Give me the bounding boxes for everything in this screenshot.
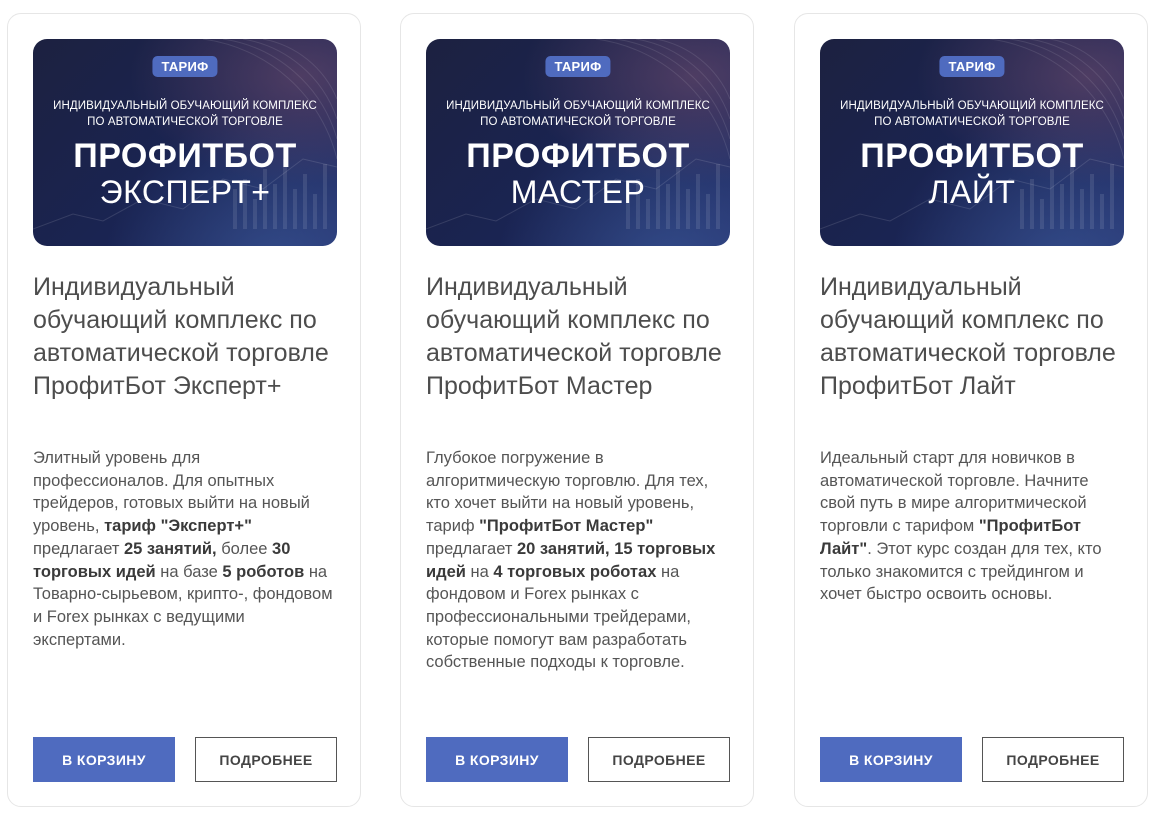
- banner-subtitle-line-2: ПО АВТОМАТИЧЕСКОЙ ТОРГОВЛЕ: [87, 116, 283, 128]
- banner-subtitle-line-1: ИНДИВИДУАЛЬНЫЙ ОБУЧАЮЩИЙ КОМПЛЕКС: [53, 100, 317, 112]
- tariff-card-expert: ТАРИФ ИНДИВИДУАЛЬНЫЙ ОБУЧАЮЩИЙ КОМПЛЕКС …: [7, 13, 361, 807]
- add-to-cart-button[interactable]: В КОРЗИНУ: [820, 737, 962, 782]
- tariff-card-master: ТАРИФ ИНДИВИДУАЛЬНЫЙ ОБУЧАЮЩИЙ КОМПЛЕКС …: [400, 13, 754, 807]
- banner-brand: ПРОФИТБОТ: [73, 137, 297, 175]
- card-title[interactable]: Индивидуальный обучающий комплекс по авт…: [820, 271, 1130, 403]
- details-button[interactable]: ПОДРОБНЕЕ: [195, 737, 337, 782]
- card-title[interactable]: Индивидуальный обучающий комплекс по авт…: [426, 271, 736, 403]
- banner-tariff-name: ЛАЙТ: [928, 174, 1016, 210]
- description-text: более: [216, 539, 273, 558]
- description-highlight: 5 роботов: [222, 562, 305, 581]
- card-description: Идеальный старт для новичков в автоматич…: [820, 447, 1120, 606]
- banner-subtitle-line-2: ПО АВТОМАТИЧЕСКОЙ ТОРГОВЛЕ: [480, 116, 676, 128]
- card-title[interactable]: Индивидуальный обучающий комплекс по авт…: [33, 271, 343, 403]
- card-description: Глубокое погружение в алгоритмическую то…: [426, 447, 726, 674]
- description-text: предлагает: [426, 539, 517, 558]
- description-highlight: "ПрофитБот Мастер": [479, 517, 654, 536]
- add-to-cart-button[interactable]: В КОРЗИНУ: [33, 737, 175, 782]
- banner-subtitle-line-2: ПО АВТОМАТИЧЕСКОЙ ТОРГОВЛЕ: [874, 116, 1070, 128]
- description-text: предлагает: [33, 539, 124, 558]
- banner-subtitle: ИНДИВИДУАЛЬНЫЙ ОБУЧАЮЩИЙ КОМПЛЕКС ПО АВТ…: [820, 98, 1124, 130]
- details-button[interactable]: ПОДРОБНЕЕ: [588, 737, 730, 782]
- banner-subtitle-line-1: ИНДИВИДУАЛЬНЫЙ ОБУЧАЮЩИЙ КОМПЛЕКС: [840, 100, 1104, 112]
- description-text: на базе: [155, 562, 223, 581]
- tariff-badge: ТАРИФ: [939, 56, 1005, 77]
- tariff-badge: ТАРИФ: [545, 56, 611, 77]
- description-highlight: тариф "Эксперт+": [104, 517, 252, 536]
- card-description: Элитный уровень для профессионалов. Для …: [33, 447, 333, 651]
- banner-subtitle: ИНДИВИДУАЛЬНЫЙ ОБУЧАЮЩИЙ КОМПЛЕКС ПО АВТ…: [426, 98, 730, 130]
- banner-tariff-name: ЭКСПЕРТ+: [99, 174, 271, 210]
- description-highlight: 25 занятий,: [123, 539, 217, 558]
- tariff-banner[interactable]: ТАРИФ ИНДИВИДУАЛЬНЫЙ ОБУЧАЮЩИЙ КОМПЛЕКС …: [820, 39, 1124, 246]
- description-text: на: [465, 562, 494, 581]
- banner-brand: ПРОФИТБОТ: [860, 137, 1084, 175]
- details-button[interactable]: ПОДРОБНЕЕ: [982, 737, 1124, 782]
- tariff-badge: ТАРИФ: [152, 56, 218, 77]
- tariff-banner[interactable]: ТАРИФ ИНДИВИДУАЛЬНЫЙ ОБУЧАЮЩИЙ КОМПЛЕКС …: [33, 39, 337, 246]
- banner-tariff-name: МАСТЕР: [510, 174, 646, 210]
- tariff-card-lite: ТАРИФ ИНДИВИДУАЛЬНЫЙ ОБУЧАЮЩИЙ КОМПЛЕКС …: [794, 13, 1148, 807]
- tariff-cards: ТАРИФ ИНДИВИДУАЛЬНЫЙ ОБУЧАЮЩИЙ КОМПЛЕКС …: [0, 0, 1158, 813]
- banner-subtitle-line-1: ИНДИВИДУАЛЬНЫЙ ОБУЧАЮЩИЙ КОМПЛЕКС: [446, 100, 710, 112]
- tariff-banner[interactable]: ТАРИФ ИНДИВИДУАЛЬНЫЙ ОБУЧАЮЩИЙ КОМПЛЕКС …: [426, 39, 730, 246]
- description-highlight: 4 торговых роботах: [493, 562, 657, 581]
- banner-brand: ПРОФИТБОТ: [466, 137, 690, 175]
- banner-subtitle: ИНДИВИДУАЛЬНЫЙ ОБУЧАЮЩИЙ КОМПЛЕКС ПО АВТ…: [33, 98, 337, 130]
- add-to-cart-button[interactable]: В КОРЗИНУ: [426, 737, 568, 782]
